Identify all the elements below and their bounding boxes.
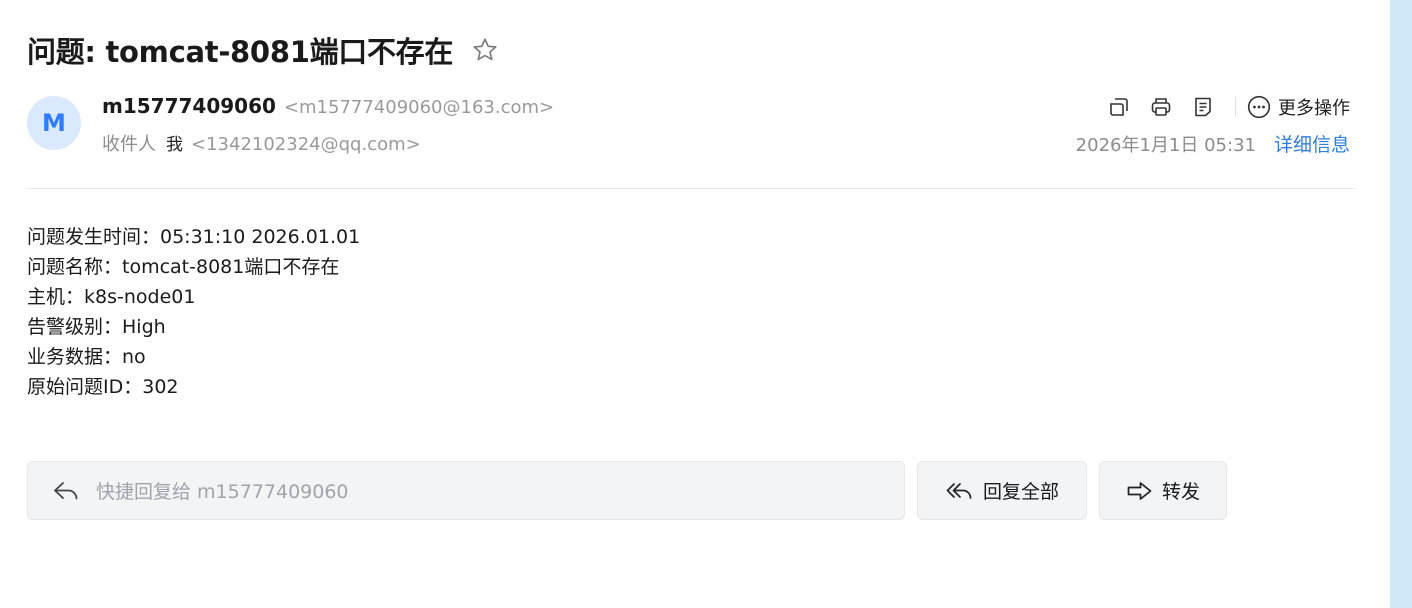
- email-subject: 问题: tomcat-8081端口不存在: [27, 35, 454, 69]
- note-button[interactable]: [1189, 93, 1217, 121]
- open-new-window-button[interactable]: [1105, 93, 1133, 121]
- reply-arrow-icon: [54, 481, 78, 499]
- body-line: 告警级别：High: [27, 316, 166, 338]
- detail-info-link[interactable]: 详细信息: [1274, 130, 1350, 157]
- body-line: 原始问题ID：302: [27, 376, 179, 398]
- body-line: 主机：k8s-node01: [27, 286, 196, 308]
- reply-all-label: 回复全部: [982, 481, 1059, 503]
- toolbar-divider: [1235, 97, 1236, 117]
- reply-all-icon: [946, 482, 972, 499]
- email-view: 问题: tomcat-8081端口不存在 M m15777409060 <m15…: [0, 0, 1412, 608]
- sender-line: m15777409060 <m15777409060@163.com>: [102, 94, 554, 122]
- sender-avatar[interactable]: M: [27, 96, 81, 150]
- subject-row: 问题: tomcat-8081端口不存在: [27, 30, 499, 70]
- recipient-label: 收件人: [102, 134, 156, 155]
- note-icon: [1195, 97, 1211, 117]
- quick-reply-placeholder: 快捷回复给 m15777409060: [96, 481, 349, 503]
- more-actions-label: 更多操作: [1278, 98, 1350, 119]
- forward-button[interactable]: 转发: [1099, 461, 1227, 520]
- forward-arrow-icon: [1127, 481, 1152, 500]
- more-dots-icon: [1247, 95, 1271, 119]
- sender-address: <m15777409060@163.com>: [283, 97, 555, 118]
- print-button[interactable]: [1147, 93, 1175, 121]
- email-toolbar: 更多操作: [1091, 92, 1350, 122]
- body-line: 问题名称：tomcat-8081端口不存在: [27, 256, 340, 278]
- print-icon: [1151, 98, 1171, 116]
- header-divider: [27, 188, 1355, 189]
- reply-all-button[interactable]: 回复全部: [917, 461, 1087, 520]
- open-new-window-icon: [1110, 98, 1128, 116]
- body-line: 问题发生时间：05:31:10 2026.01.01: [27, 226, 361, 248]
- sender-name[interactable]: m15777409060: [102, 94, 276, 118]
- date-line: 2026年1月1日 05:31 详细信息: [1076, 130, 1350, 158]
- recipient-address: <1342102324@qq.com>: [191, 134, 421, 155]
- forward-label: 转发: [1161, 481, 1200, 503]
- recipient-name[interactable]: 我: [166, 130, 183, 155]
- more-actions-button[interactable]: 更多操作: [1246, 94, 1350, 120]
- email-date: 2026年1月1日 05:31: [1075, 135, 1256, 156]
- quick-reply-input[interactable]: 快捷回复给 m15777409060: [27, 461, 905, 520]
- email-body: 问题发生时间：05:31:10 2026.01.01 问题名称：tomcat-8…: [27, 222, 360, 402]
- star-icon[interactable]: [471, 36, 499, 64]
- body-line: 业务数据：no: [27, 346, 146, 368]
- recipient-line: 收件人 我 <1342102324@qq.com>: [102, 130, 421, 158]
- side-panel-strip: [1390, 0, 1412, 608]
